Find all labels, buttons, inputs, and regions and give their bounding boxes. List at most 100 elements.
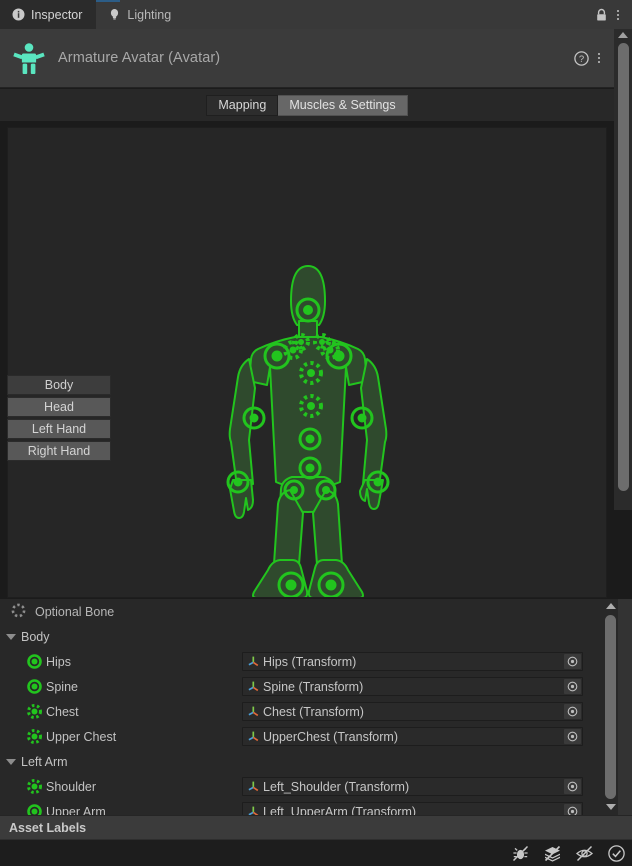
part-button-left-hand[interactable]: Left Hand — [7, 419, 111, 439]
avatar-mode-tabs: Mapping Muscles & Settings — [206, 94, 408, 116]
object-picker-icon[interactable] — [564, 704, 581, 719]
asset-menu-kebab-icon[interactable] — [592, 49, 606, 67]
bone-field-upper-chest-value: UpperChest (Transform) — [263, 729, 398, 744]
transform-gizmo-icon — [247, 655, 260, 668]
bug-disabled-icon[interactable] — [504, 840, 536, 866]
tab-muscles-settings[interactable]: Muscles & Settings — [278, 94, 408, 116]
window-menu-kebab-icon[interactable] — [611, 6, 625, 24]
tab-inspector[interactable]: Inspector — [0, 0, 97, 29]
part-button-right-hand-label: Right Hand — [27, 444, 91, 458]
scroll-up-arrow-icon[interactable] — [606, 603, 616, 609]
optional-bone-legend: Optional Bone — [0, 599, 632, 624]
tab-lighting[interactable]: Lighting — [96, 0, 185, 29]
asset-header: Armature Avatar (Avatar) ? — [0, 29, 614, 88]
avatar-mode-tabbar: Mapping Muscles & Settings — [0, 89, 614, 121]
part-button-head[interactable]: Head — [7, 397, 111, 417]
bone-row-spine[interactable]: Spine Spine (Transform) — [0, 674, 632, 699]
bone-field-shoulder[interactable]: Left_Shoulder (Transform) — [242, 777, 583, 796]
part-button-body-label: Body — [44, 378, 74, 392]
avatar-humanoid-icon — [10, 39, 48, 77]
bone-list-gutter — [618, 599, 632, 815]
bone-row-hips-label: Hips — [46, 654, 72, 669]
bone-group-left-arm-label: Left Arm — [21, 754, 68, 769]
bone-row-hips[interactable]: Hips Hips (Transform) — [0, 649, 632, 674]
part-button-right-hand[interactable]: Right Hand — [7, 441, 111, 461]
help-icon[interactable]: ? — [573, 50, 589, 66]
inspector-vertical-scrollbar[interactable] — [614, 29, 632, 510]
avatar-preview[interactable] — [7, 127, 607, 598]
object-picker-icon[interactable] — [564, 654, 581, 669]
solid-circle-icon — [26, 803, 43, 815]
bone-row-spine-label: Spine — [46, 679, 78, 694]
tab-muscles-settings-label: Muscles & Settings — [289, 98, 396, 112]
asset-labels-bar[interactable]: Asset Labels — [0, 815, 632, 839]
bone-row-shoulder[interactable]: Shoulder Left_Shoulder (Transform) — [0, 774, 632, 799]
window-tab-bar: Inspector Lighting — [0, 0, 632, 29]
bone-field-hips-value: Hips (Transform) — [263, 654, 357, 669]
bone-list-scrollbar-thumb[interactable] — [605, 615, 616, 799]
transform-gizmo-icon — [247, 680, 260, 693]
bone-row-upper-chest-label: Upper Chest — [46, 729, 117, 744]
bone-group-left-arm[interactable]: Left Arm — [0, 749, 632, 774]
bone-field-spine[interactable]: Spine (Transform) — [242, 677, 583, 696]
object-picker-icon[interactable] — [564, 779, 581, 794]
transform-gizmo-icon — [247, 705, 260, 718]
bone-row-chest[interactable]: Chest Chest (Transform) — [0, 699, 632, 724]
svg-text:?: ? — [578, 54, 583, 65]
status-bar — [0, 839, 632, 866]
avatar-part-buttons: Body Head Left Hand Right Hand — [7, 375, 111, 461]
chevron-down-icon[interactable] — [6, 634, 16, 640]
tab-inspector-label: Inspector — [31, 7, 83, 22]
bone-row-upper-arm[interactable]: Upper Arm Left_UpperArm (Transform) — [0, 799, 632, 815]
bone-field-chest[interactable]: Chest (Transform) — [242, 702, 583, 721]
optional-bone-legend-label: Optional Bone — [35, 604, 115, 619]
scroll-down-arrow-icon[interactable] — [606, 804, 616, 810]
dashed-circle-icon — [26, 778, 43, 795]
bone-field-upper-arm-value: Left_UpperArm (Transform) — [263, 804, 417, 816]
bone-row-upper-arm-label: Upper Arm — [46, 804, 106, 816]
tab-lighting-label: Lighting — [127, 7, 172, 22]
part-button-left-hand-label: Left Hand — [31, 422, 87, 436]
part-button-body[interactable]: Body — [7, 375, 111, 395]
dashed-circle-icon — [26, 728, 43, 745]
info-icon — [11, 8, 25, 22]
bone-row-shoulder-label: Shoulder — [46, 779, 97, 794]
tab-mapping-label: Mapping — [218, 98, 267, 112]
dashed-circle-icon — [11, 603, 26, 621]
bone-field-chest-value: Chest (Transform) — [263, 704, 364, 719]
bone-field-shoulder-value: Left_Shoulder (Transform) — [263, 779, 410, 794]
scroll-up-arrow-icon[interactable] — [618, 32, 628, 38]
solid-circle-icon — [26, 653, 43, 670]
layers-disabled-icon[interactable] — [536, 840, 568, 866]
transform-gizmo-icon — [247, 730, 260, 743]
object-picker-icon[interactable] — [564, 729, 581, 744]
bone-mapping-list[interactable]: Optional Bone Body Hips Hips (Transform)… — [0, 599, 632, 815]
lightbulb-icon — [107, 8, 121, 22]
object-picker-icon[interactable] — [564, 804, 581, 815]
bone-field-upper-chest[interactable]: UpperChest (Transform) — [242, 727, 583, 746]
window-tab-bar-actions — [593, 0, 632, 29]
bone-field-upper-arm[interactable]: Left_UpperArm (Transform) — [242, 802, 583, 815]
bone-row-chest-label: Chest — [46, 704, 79, 719]
bone-list-scrollbar[interactable] — [604, 599, 618, 815]
tab-mapping[interactable]: Mapping — [206, 94, 279, 116]
unity-inspector-window: Inspector Lighting Armature Avatar (Avat… — [0, 0, 632, 866]
chevron-down-icon[interactable] — [6, 759, 16, 765]
dashed-circle-icon — [26, 703, 43, 720]
avatar-humanoid-diagram — [226, 265, 390, 597]
asset-labels-title: Asset Labels — [9, 820, 87, 835]
bone-group-body-label: Body — [21, 629, 50, 644]
object-picker-icon[interactable] — [564, 679, 581, 694]
bone-group-body[interactable]: Body — [0, 624, 632, 649]
eye-disabled-icon[interactable] — [568, 840, 600, 866]
check-circle-icon[interactable] — [600, 840, 632, 866]
bone-row-upper-chest[interactable]: Upper Chest UpperChest (Transform) — [0, 724, 632, 749]
transform-gizmo-icon — [247, 805, 260, 815]
asset-title: Armature Avatar (Avatar) — [58, 50, 221, 66]
bone-field-hips[interactable]: Hips (Transform) — [242, 652, 583, 671]
solid-circle-icon — [26, 678, 43, 695]
scrollbar-thumb[interactable] — [618, 43, 629, 491]
asset-header-actions: ? — [573, 49, 606, 67]
lock-icon[interactable] — [593, 7, 609, 23]
part-button-head-label: Head — [44, 400, 74, 414]
